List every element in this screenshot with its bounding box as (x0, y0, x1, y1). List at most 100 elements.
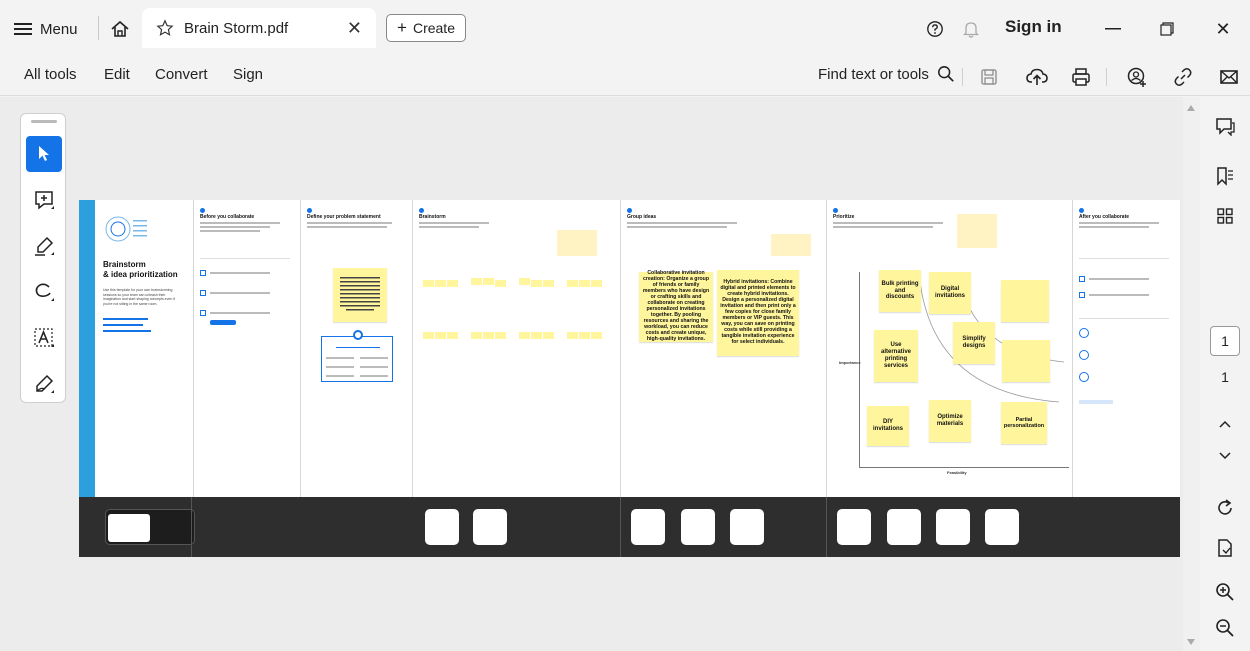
email-button[interactable] (1216, 64, 1242, 90)
priority-sticky[interactable] (1001, 280, 1049, 322)
draw-tool[interactable] (26, 274, 62, 310)
priority-sticky[interactable]: Optimize materials (929, 400, 971, 442)
menu-convert[interactable]: Convert (155, 66, 208, 83)
x-axis (859, 467, 1069, 468)
divider (1079, 258, 1169, 259)
comments-button[interactable] (1212, 113, 1238, 139)
thumbnails-button[interactable] (1212, 203, 1238, 229)
bookmarks-button[interactable] (1212, 163, 1238, 189)
print-button[interactable] (1068, 64, 1094, 90)
text-line (1079, 222, 1159, 224)
previous-page-button[interactable] (1212, 411, 1238, 437)
cloud-upload-icon (1026, 67, 1048, 87)
create-button[interactable]: + Create (386, 14, 466, 42)
star-icon[interactable] (156, 19, 174, 37)
menu-button[interactable]: Menu (14, 14, 78, 44)
page-number-input[interactable]: 1 (1210, 326, 1240, 356)
minimize-button[interactable] (1098, 14, 1128, 44)
palette-drag-handle[interactable] (31, 120, 57, 123)
menu-label: Menu (40, 20, 78, 38)
highlight-tool[interactable] (26, 228, 62, 264)
page-fit-button[interactable] (1212, 535, 1238, 561)
menu-sign[interactable]: Sign (233, 66, 263, 83)
pdf-page[interactable]: Brainstorm & idea prioritization Use thi… (79, 200, 1180, 557)
quick-tools-palette (20, 113, 66, 403)
save-icon (980, 68, 998, 86)
rotate-icon (1215, 498, 1235, 518)
menu-all-tools[interactable]: All tools (24, 66, 77, 83)
home-button[interactable] (106, 15, 134, 43)
text-line (1079, 226, 1149, 228)
help-button[interactable] (920, 14, 950, 44)
select-tool[interactable] (26, 136, 62, 172)
resource-icon (1079, 372, 1089, 382)
group-sticky[interactable]: Hybrid invitations: Combine digital and … (717, 270, 799, 356)
sign-in-button[interactable]: Sign in (1005, 17, 1062, 37)
legend-line (103, 330, 151, 332)
brand-description: Use this template for your own brainstor… (103, 288, 175, 306)
text-line (200, 230, 260, 232)
priority-sticky[interactable]: Partial personalization (1001, 402, 1047, 444)
priority-sticky[interactable] (1002, 340, 1050, 382)
text-line (833, 226, 933, 228)
resource-icon (1079, 350, 1089, 360)
scroll-up-icon[interactable] (1187, 105, 1195, 111)
text-line (360, 357, 388, 359)
home-icon (110, 19, 130, 39)
close-window-button[interactable]: ✕ (1208, 14, 1238, 44)
frame-title: Define your problem statement (307, 214, 381, 220)
template-strip (79, 200, 95, 497)
open-link-button[interactable] (210, 320, 236, 325)
text-line (627, 226, 727, 228)
next-page-button[interactable] (1212, 443, 1238, 469)
save-button[interactable] (976, 64, 1002, 90)
problem-sticky[interactable] (333, 268, 387, 322)
text-line (326, 357, 354, 359)
vertical-scrollbar[interactable] (1183, 97, 1200, 651)
template-footer (79, 497, 1180, 557)
find-label: Find text or tools (818, 65, 929, 83)
x-axis-label: Feasibility (947, 470, 967, 475)
text-line (1089, 278, 1149, 280)
divider (620, 497, 621, 557)
zoom-in-button[interactable] (1212, 579, 1238, 605)
link-icon (1173, 67, 1193, 87)
resource-icon (1079, 328, 1089, 338)
restore-button[interactable] (1152, 14, 1182, 44)
priority-sticky[interactable]: Digital invitations (929, 272, 971, 314)
divider (200, 258, 290, 259)
text-line (210, 312, 270, 314)
copy-link-button[interactable] (1170, 64, 1196, 90)
notifications-button[interactable] (956, 14, 986, 44)
text-box-tool[interactable] (26, 320, 62, 356)
sign-tool[interactable] (26, 366, 62, 402)
step-icon (200, 290, 206, 296)
footer-thumbnail (887, 509, 921, 545)
menu-edit[interactable]: Edit (104, 66, 130, 83)
priority-sticky[interactable]: DIY invitations (867, 406, 909, 446)
close-icon[interactable]: ✕ (347, 18, 362, 39)
text-line (833, 222, 943, 224)
upload-cloud-button[interactable] (1024, 64, 1050, 90)
frame-group: Group ideas Collaborative invitation cre… (620, 200, 825, 497)
open-link-button[interactable] (1079, 400, 1113, 404)
text-line (336, 347, 380, 348)
find-tools-button[interactable]: Find text or tools (818, 65, 955, 83)
zoom-out-icon (1215, 618, 1235, 638)
step-icon (1079, 276, 1085, 282)
priority-sticky[interactable]: Bulk printing and discounts (879, 270, 921, 312)
tab-document[interactable]: Brain Storm.pdf ✕ (142, 8, 376, 48)
scroll-down-icon[interactable] (1187, 639, 1195, 645)
priority-sticky[interactable]: Simplify designs (953, 322, 995, 364)
text-line (360, 366, 388, 368)
frame-marker (1079, 208, 1084, 213)
zoom-out-button[interactable] (1212, 615, 1238, 641)
freehand-icon (33, 281, 55, 303)
share-user-button[interactable] (1124, 64, 1150, 90)
rotate-button[interactable] (1212, 495, 1238, 521)
add-comment-tool[interactable] (26, 182, 62, 218)
priority-sticky[interactable]: Use alternative printing services (874, 330, 918, 382)
brand-title-line1: Brainstorm (103, 260, 146, 269)
group-sticky[interactable]: Collaborative invitation creation: Organ… (639, 270, 713, 342)
zoom-in-icon (1215, 582, 1235, 602)
